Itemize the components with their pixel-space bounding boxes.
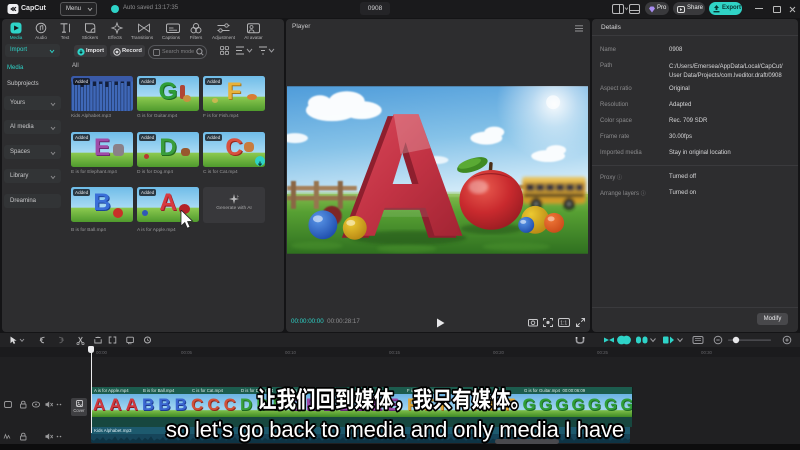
svg-text:1:1: 1:1 — [560, 321, 567, 327]
